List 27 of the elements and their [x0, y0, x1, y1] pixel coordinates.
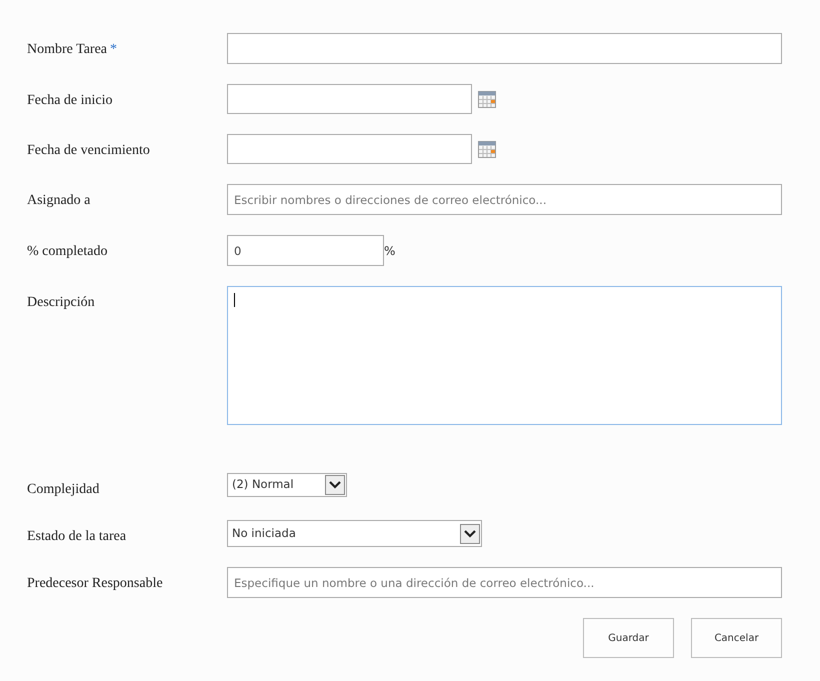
dropdown[interactable]: (2) Normal — [227, 473, 347, 497]
percent-field[interactable]: 0 — [227, 235, 384, 266]
people-field[interactable]: Especifique un nombre o una dirección de correo electrónico... — [227, 567, 782, 598]
field-label: Nombre Tarea — [27, 42, 108, 57]
description-field[interactable] — [227, 286, 782, 425]
text-cursor — [234, 293, 235, 307]
field-label: Predecesor Responsable — [27, 576, 163, 591]
percent-sign: % — [384, 242, 396, 260]
dropdown[interactable]: No iniciada — [227, 520, 482, 547]
text-field[interactable] — [227, 33, 782, 64]
form-button[interactable]: Guardar — [583, 618, 674, 658]
field-label: Complejidad — [27, 482, 100, 497]
calendar-icon[interactable] — [478, 90, 496, 108]
field-label: % completado — [27, 244, 108, 259]
people-field[interactable]: Escribir nombres o direcciones de correo electrónico... — [227, 184, 782, 215]
field-label: Asignado a — [27, 193, 90, 208]
form-button[interactable]: Cancelar — [691, 618, 782, 658]
date-field[interactable] — [227, 134, 472, 164]
required-mark: * — [110, 42, 118, 57]
calendar-icon[interactable] — [478, 140, 496, 158]
field-label: Estado de la tarea — [27, 529, 126, 544]
field-label: Fecha de inicio — [27, 93, 113, 108]
caret-icon — [325, 475, 345, 495]
caret-icon — [460, 524, 480, 544]
field-label: Descripción — [27, 295, 95, 310]
date-field[interactable] — [227, 84, 472, 114]
field-label: Fecha de vencimiento — [27, 143, 150, 158]
